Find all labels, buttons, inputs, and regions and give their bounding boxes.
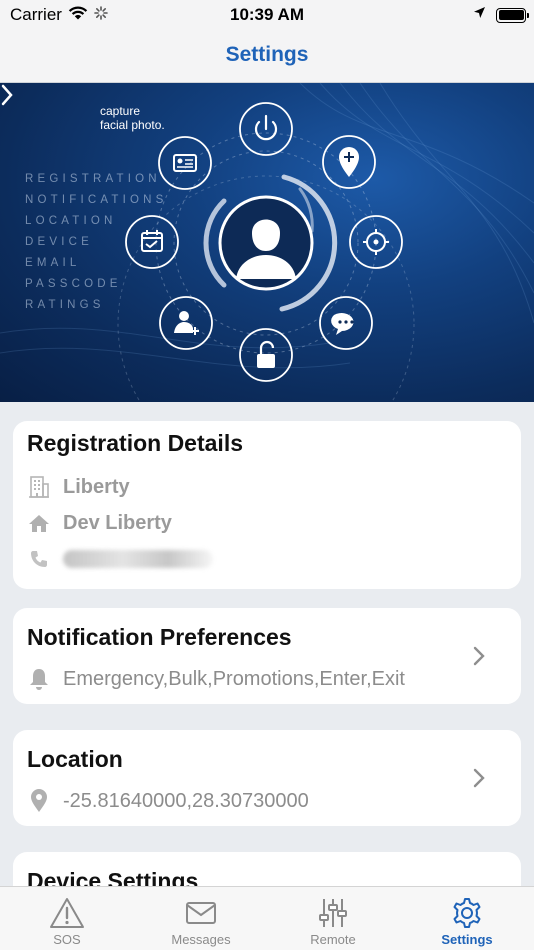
banner-menu-item: RATINGS xyxy=(25,299,105,311)
location-card[interactable]: Location -25.81640000,28.30730000 xyxy=(13,730,521,826)
tab-sos-label: SOS xyxy=(53,932,81,947)
status-bar: Carrier 10:39 AM xyxy=(0,0,534,30)
navigation-bar: Settings xyxy=(0,30,534,83)
banner-caption-line1: capture xyxy=(100,104,141,118)
settings-list[interactable]: Registration Details Liberty Dev Liberty… xyxy=(0,402,534,886)
redacted-phone-number xyxy=(63,550,213,568)
bell-icon xyxy=(27,667,51,691)
phone-icon xyxy=(27,547,51,571)
banner-menu-item: EMAIL xyxy=(25,257,81,269)
battery-icon xyxy=(496,7,529,23)
banner-caption: capture facial photo. xyxy=(100,104,165,132)
banner-chevron-icon xyxy=(1,84,13,106)
chevron-right-icon xyxy=(473,646,485,666)
site-name: Dev Liberty xyxy=(63,511,172,534)
banner-menu-item: LOCATION xyxy=(25,215,117,227)
gear-icon xyxy=(451,896,483,930)
location-title: Location xyxy=(27,746,123,772)
tab-remote-label: Remote xyxy=(310,932,356,947)
tab-settings[interactable]: Settings xyxy=(400,887,534,950)
banner-menu-item: REGISTRATION xyxy=(25,173,161,185)
envelope-icon xyxy=(185,896,217,930)
notification-types-row: Emergency,Bulk,Promotions,Enter,Exit xyxy=(27,667,405,691)
device-settings-title: Device Settings xyxy=(27,868,199,886)
tab-settings-label: Settings xyxy=(441,932,493,947)
phone-row xyxy=(27,547,213,571)
location-coordinates-value: -25.81640000,28.30730000 xyxy=(63,789,309,812)
location-arrow-icon xyxy=(473,6,486,24)
notification-preferences-title: Notification Preferences xyxy=(27,624,292,650)
site-row: Dev Liberty xyxy=(27,511,172,535)
status-right xyxy=(473,6,529,24)
tab-remote[interactable]: Remote xyxy=(266,887,400,950)
device-settings-card[interactable]: Device Settings xyxy=(13,852,521,886)
tab-sos[interactable]: SOS xyxy=(0,887,134,950)
building-icon xyxy=(27,475,51,499)
settings-banner: capture facial photo. REGISTRATION NOTIF… xyxy=(0,83,534,402)
location-coordinates-row: -25.81640000,28.30730000 xyxy=(27,789,309,813)
registration-details-card[interactable]: Registration Details Liberty Dev Liberty xyxy=(13,421,521,589)
page-title: Settings xyxy=(225,43,309,66)
banner-menu-item: NOTIFICATIONS xyxy=(25,194,168,206)
notification-types-value: Emergency,Bulk,Promotions,Enter,Exit xyxy=(63,667,405,690)
company-row: Liberty xyxy=(27,475,130,499)
company-name: Liberty xyxy=(63,475,130,498)
warning-icon xyxy=(49,896,85,930)
banner-menu-list: REGISTRATION NOTIFICATIONS LOCATION DEVI… xyxy=(25,169,168,316)
registration-title: Registration Details xyxy=(27,430,243,456)
banner-menu-item: DEVICE xyxy=(25,236,94,248)
banner-menu-item: PASSCODE xyxy=(25,278,122,290)
sliders-icon xyxy=(318,896,348,930)
banner-caption-line2: facial photo. xyxy=(100,118,165,132)
chevron-right-icon xyxy=(473,768,485,788)
map-pin-icon xyxy=(27,789,51,813)
home-icon xyxy=(27,511,51,535)
tab-messages[interactable]: Messages xyxy=(134,887,268,950)
status-time: 10:39 AM xyxy=(229,5,304,24)
notification-preferences-card[interactable]: Notification Preferences Emergency,Bulk,… xyxy=(13,608,521,704)
tab-messages-label: Messages xyxy=(171,932,231,947)
tab-bar: SOS Messages Remote Settings xyxy=(0,886,534,950)
